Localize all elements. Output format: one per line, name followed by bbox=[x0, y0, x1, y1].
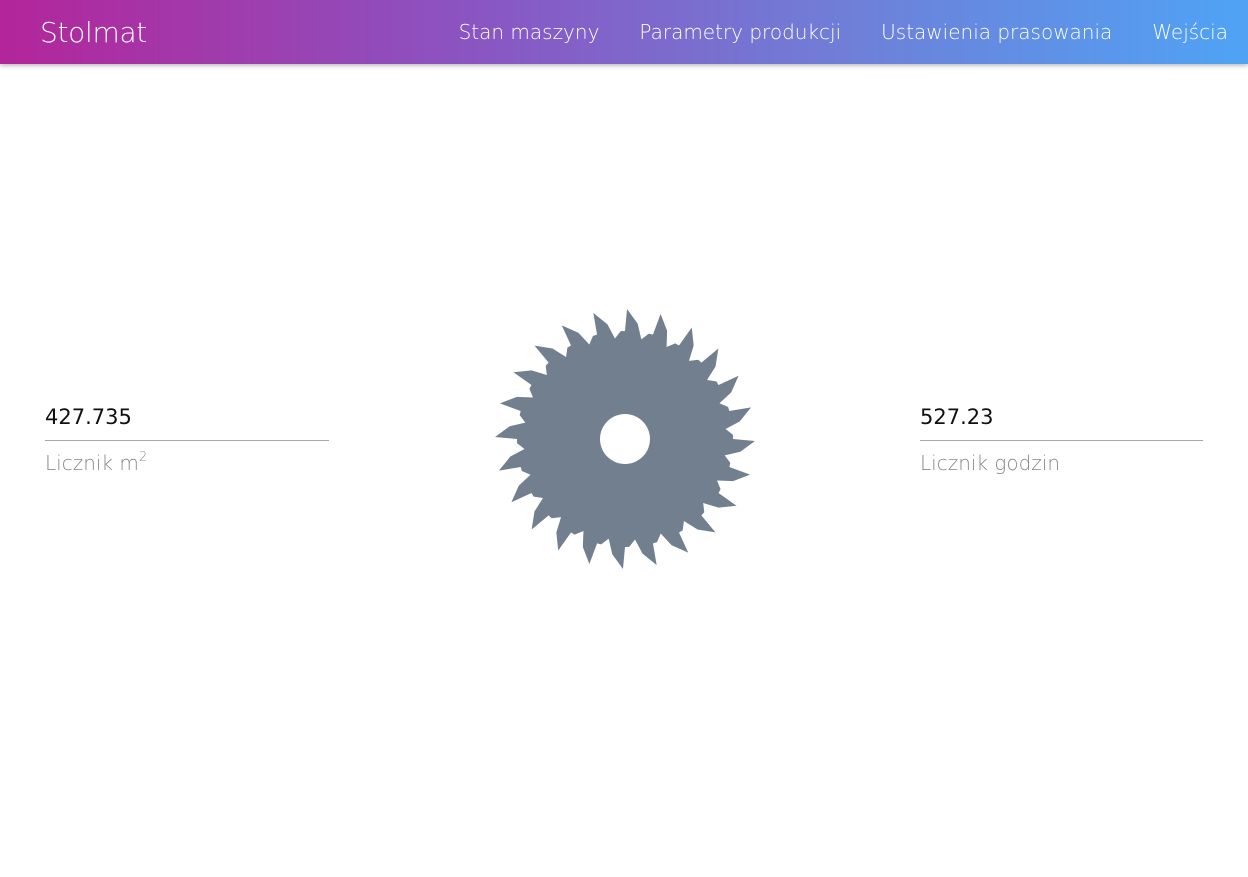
nav-item-wejscia[interactable]: Wejścia bbox=[1152, 20, 1228, 44]
counter-m2-label: Licznik m2 bbox=[45, 451, 329, 475]
counter-m2-value: 427.735 bbox=[45, 402, 329, 441]
nav-item-stan-maszyny[interactable]: Stan maszyny bbox=[459, 20, 600, 44]
top-navbar: Stolmat Stan maszyny Parametry produkcji… bbox=[0, 0, 1248, 64]
main-nav: Stan maszyny Parametry produkcji Ustawie… bbox=[419, 0, 1228, 64]
nav-item-ustawienia-prasowania[interactable]: Ustawienia prasowania bbox=[881, 20, 1112, 44]
counter-m2-label-sup: 2 bbox=[138, 450, 148, 465]
counter-m2: 427.735 Licznik m2 bbox=[45, 402, 329, 475]
counter-hours: 527.23 Licznik godzin bbox=[920, 402, 1203, 475]
saw-blade-graphic bbox=[495, 309, 755, 569]
brand-logo[interactable]: Stolmat bbox=[40, 0, 147, 64]
nav-item-parametry-produkcji[interactable]: Parametry produkcji bbox=[639, 20, 841, 44]
counter-hours-label: Licznik godzin bbox=[920, 451, 1061, 475]
saw-blade-shape bbox=[495, 309, 755, 569]
counter-m2-label-text: Licznik m bbox=[45, 451, 139, 475]
circular-saw-blade-icon bbox=[494, 308, 756, 570]
counter-hours-value: 527.23 bbox=[920, 402, 1203, 441]
